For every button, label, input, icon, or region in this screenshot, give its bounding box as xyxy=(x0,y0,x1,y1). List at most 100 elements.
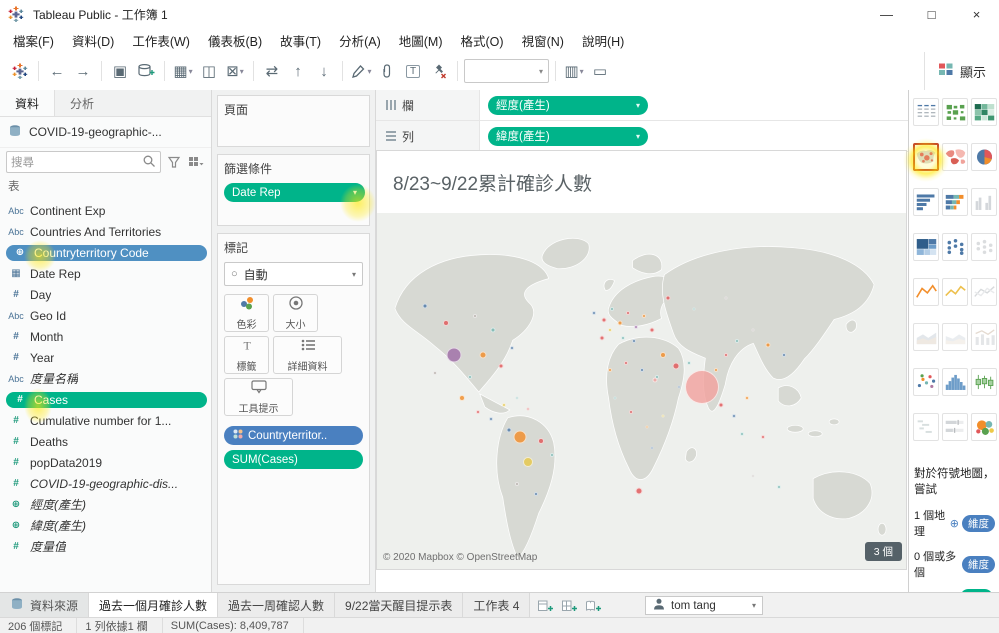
menu-儀表板(B)[interactable]: 儀表板(B) xyxy=(199,28,271,53)
field-Deaths[interactable]: # Deaths xyxy=(0,431,211,452)
showme-filled-map-icon[interactable] xyxy=(942,143,968,171)
presentation-mode-button[interactable]: ▭ xyxy=(588,58,612,84)
swap-rows-columns-button[interactable]: ⇄ xyxy=(260,58,284,84)
field-Date Rep[interactable]: ▦ Date Rep xyxy=(0,263,211,284)
mark-button-tooltip[interactable]: 工具提示 xyxy=(224,378,293,416)
showme-highlight-table-icon[interactable] xyxy=(971,98,997,126)
map-mark[interactable] xyxy=(659,352,666,359)
menu-說明(H)[interactable]: 說明(H) xyxy=(573,28,633,53)
showme-scatter-icon[interactable] xyxy=(913,368,939,396)
map-mark[interactable] xyxy=(446,347,462,363)
map-mark[interactable] xyxy=(687,360,692,365)
field-Continent Exp[interactable]: Abc Continent Exp xyxy=(0,200,211,221)
pages-shelf[interactable]: 頁面 xyxy=(217,95,370,147)
map-mark[interactable] xyxy=(665,295,671,301)
menu-視窗(N)[interactable]: 視窗(N) xyxy=(513,28,573,53)
map-mark[interactable] xyxy=(724,353,729,358)
showme-pie-chart-icon[interactable] xyxy=(971,143,997,171)
new-data-source-button[interactable] xyxy=(134,58,158,84)
rows-pill-latitude[interactable]: 緯度(產生) ▾ xyxy=(488,126,648,146)
map-mark[interactable] xyxy=(639,367,644,372)
mark-pill-Countryterritor..[interactable]: Countryterritor.. xyxy=(224,426,363,445)
sort-ascending-button[interactable]: ↑ xyxy=(286,58,310,84)
field-度量名稱[interactable]: Abc 度量名稱 xyxy=(0,368,211,389)
map-mark[interactable] xyxy=(642,314,647,319)
showme-dual-lines-icon[interactable] xyxy=(971,278,997,306)
map-mark[interactable] xyxy=(623,360,628,365)
map-mark[interactable] xyxy=(591,310,596,315)
new-dashboard-icon[interactable] xyxy=(558,596,580,616)
map-mark[interactable] xyxy=(652,377,658,383)
new-story-icon[interactable] xyxy=(582,596,604,616)
filters-shelf[interactable]: 篩選條件 Date Rep ▾ xyxy=(217,154,370,226)
map-mark[interactable] xyxy=(724,296,728,300)
map-mark[interactable] xyxy=(501,403,506,408)
map-mark[interactable] xyxy=(472,314,477,319)
map-mark[interactable] xyxy=(422,303,428,309)
map-mark[interactable] xyxy=(607,328,612,333)
menu-資料(D)[interactable]: 資料(D) xyxy=(63,28,123,53)
map-canvas[interactable]: © 2020 Mapbox © OpenStreetMap 3 個 xyxy=(377,213,906,569)
map-mark[interactable] xyxy=(533,492,538,497)
map-mark[interactable] xyxy=(613,396,617,400)
minimize-button[interactable]: — xyxy=(864,0,909,28)
columns-pill-longitude[interactable]: 經度(產生) ▾ xyxy=(488,95,648,115)
map-mark[interactable] xyxy=(677,385,681,389)
showme-gantt-icon[interactable] xyxy=(913,413,939,441)
highlight-button[interactable]: ▾ xyxy=(349,58,373,84)
menu-工作表(W)[interactable]: 工作表(W) xyxy=(123,28,199,53)
menu-格式(O)[interactable]: 格式(O) xyxy=(452,28,513,53)
map-mark[interactable] xyxy=(718,402,724,408)
clear-sheet-button[interactable]: ⊠ ▾ xyxy=(223,58,247,84)
rows-shelf[interactable]: 列 緯度(產生) ▾ xyxy=(376,121,908,152)
showme-area-discrete-icon[interactable] xyxy=(942,323,968,351)
field-Geo Id[interactable]: Abc Geo Id xyxy=(0,305,211,326)
filter-pill-date-rep[interactable]: Date Rep ▾ xyxy=(224,183,365,202)
mark-type-dropdown[interactable]: ○ 自動 ▾ xyxy=(224,262,363,286)
map-mark[interactable] xyxy=(777,485,782,490)
showme-text-table-icon[interactable] xyxy=(913,98,939,126)
map-mark[interactable] xyxy=(732,413,737,418)
new-worksheet-icon[interactable] xyxy=(534,596,556,616)
tableau-logo-button[interactable] xyxy=(8,58,32,84)
map-mark[interactable] xyxy=(506,427,512,433)
field-popData2019[interactable]: # popData2019 xyxy=(0,452,211,473)
map-mark[interactable] xyxy=(601,317,607,323)
sheet-tab-過去一個月確診人數[interactable]: 過去一個月確診人數 xyxy=(89,593,219,618)
map-mark[interactable] xyxy=(513,430,527,444)
show-hide-cards-button[interactable]: ▥ ▾ xyxy=(562,58,586,84)
datasource-item[interactable]: COVID-19-geographic-... xyxy=(0,117,211,148)
map-mark[interactable] xyxy=(433,371,438,376)
showme-symbol-map-icon[interactable] xyxy=(913,143,939,171)
map-mark[interactable] xyxy=(522,457,533,468)
map-mark[interactable] xyxy=(740,431,744,436)
map-mark[interactable] xyxy=(617,320,623,326)
map-mark[interactable] xyxy=(488,417,493,422)
columns-shelf[interactable]: 欄 經度(產生) ▾ xyxy=(376,90,908,121)
showme-packed-bubbles-icon[interactable] xyxy=(971,413,997,441)
showme-side-by-side-circles-icon[interactable] xyxy=(971,233,997,261)
showme-heatmap-icon[interactable] xyxy=(942,98,968,126)
map-mark[interactable] xyxy=(515,396,519,400)
new-worksheet-button[interactable]: ▦ ▾ xyxy=(171,58,195,84)
map-mark[interactable] xyxy=(490,327,496,333)
showme-stacked-bars-icon[interactable] xyxy=(942,188,968,216)
field-度量值[interactable]: # 度量值 xyxy=(0,536,211,557)
maximize-button[interactable]: □ xyxy=(909,0,954,28)
redo-button[interactable]: → xyxy=(71,58,95,84)
map-mark[interactable] xyxy=(650,446,654,450)
showme-area-continuous-icon[interactable] xyxy=(913,323,939,351)
field-Cases[interactable]: # Cases xyxy=(0,389,211,410)
map-mark[interactable] xyxy=(765,342,771,348)
show-mark-labels-button[interactable]: T xyxy=(401,58,425,84)
field-Month[interactable]: # Month xyxy=(0,326,211,347)
field-Year[interactable]: # Year xyxy=(0,347,211,368)
map-mark[interactable] xyxy=(631,339,636,344)
field-Cumulative number for 1...[interactable]: # Cumulative number for 1... xyxy=(0,410,211,431)
map-mark[interactable] xyxy=(734,339,739,344)
map-mark[interactable] xyxy=(635,487,643,495)
map-mark[interactable] xyxy=(661,414,665,418)
mark-pill-SUM(Cases)[interactable]: SUM(Cases) xyxy=(224,450,363,469)
menu-檔案(F)[interactable]: 檔案(F) xyxy=(4,28,63,53)
filter-fields-icon[interactable] xyxy=(165,153,183,171)
